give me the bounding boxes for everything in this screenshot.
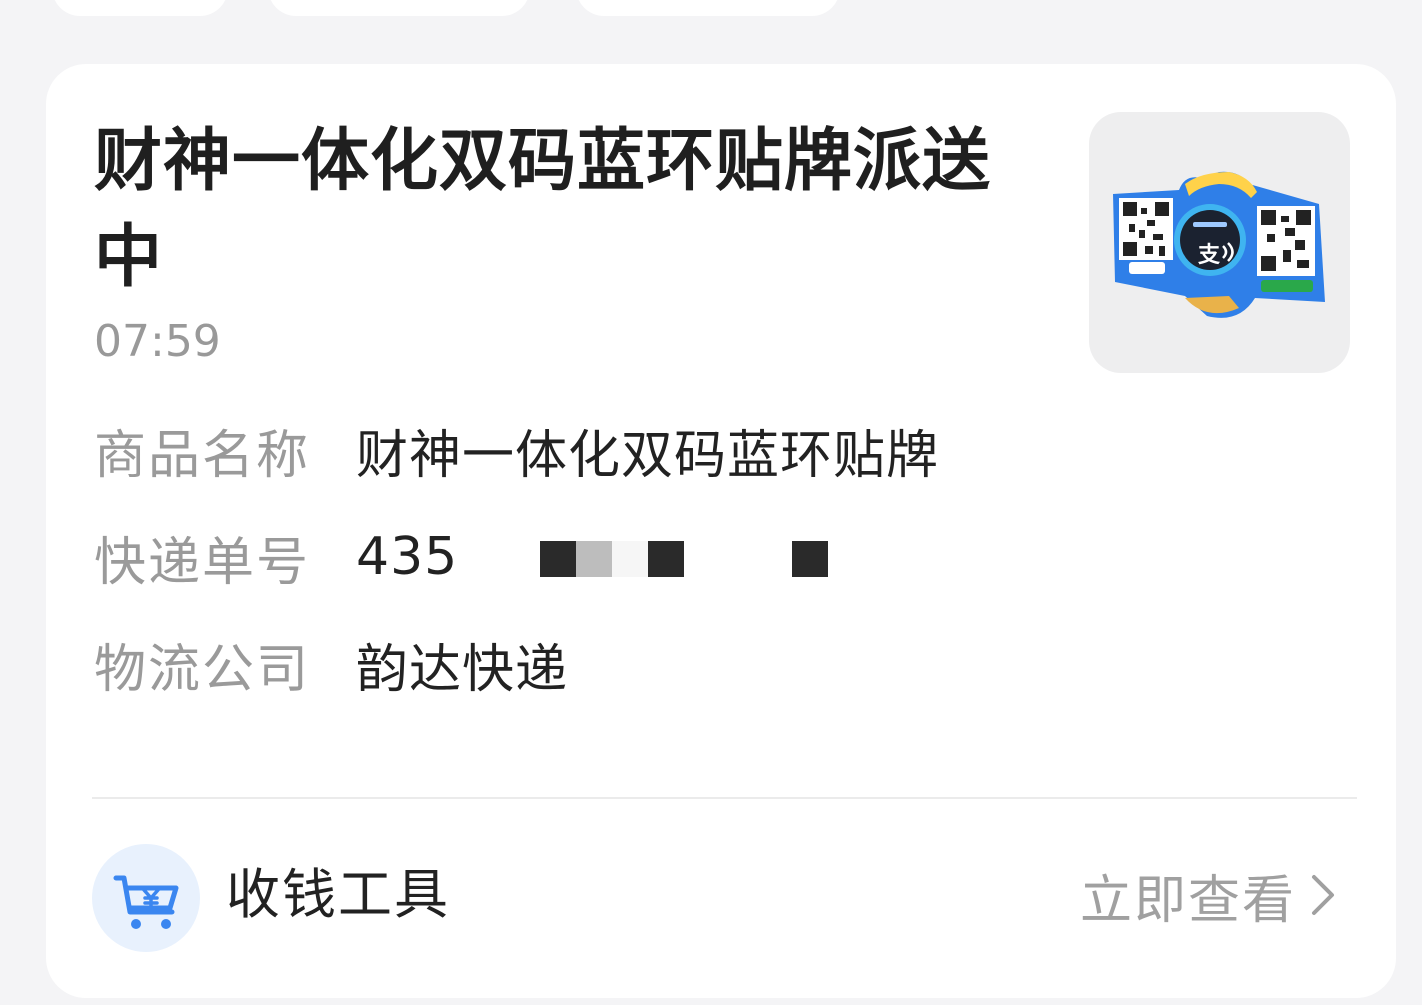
top-chip[interactable] — [576, 0, 840, 16]
delivery-card[interactable]: 财神一体化双码蓝环贴牌派送中 07:59 支 商品名称 财神一体化双码蓝环贴牌 … — [46, 64, 1396, 998]
payment-tool-label[interactable]: 收钱工具 — [226, 860, 450, 930]
cart-yuan-icon[interactable] — [92, 844, 200, 952]
tracking-number-label: 快递单号 — [94, 532, 311, 593]
view-now-label[interactable]: 立即查看 — [1080, 858, 1296, 933]
top-chip[interactable] — [52, 0, 228, 16]
product-thumbnail[interactable]: 支 — [1089, 112, 1350, 373]
courier-label: 物流公司 — [94, 639, 311, 700]
top-chip[interactable] — [268, 0, 530, 16]
delivery-time: 07:59 — [94, 316, 221, 367]
product-name-value: 财神一体化双码蓝环贴牌 — [356, 425, 940, 486]
product-name-row: 商品名称 财神一体化双码蓝环贴牌 — [94, 415, 940, 486]
svg-text:支: 支 — [1198, 243, 1221, 268]
tracking-number-value[interactable]: 435 — [356, 527, 458, 587]
courier-value: 韵达快递 — [356, 639, 569, 700]
alipay-qr-stand-image: 支 — [1113, 171, 1325, 318]
chevron-right-icon — [1312, 875, 1334, 915]
product-name-label: 商品名称 — [94, 425, 311, 486]
view-now-link[interactable]: 立即查看 — [1080, 858, 1336, 933]
tracking-number-row: 快递单号 435 — [94, 522, 458, 593]
delivery-title: 财神一体化双码蓝环贴牌派送中 — [94, 122, 992, 297]
courier-row: 物流公司 韵达快递 — [94, 629, 569, 700]
divider — [92, 797, 1357, 799]
